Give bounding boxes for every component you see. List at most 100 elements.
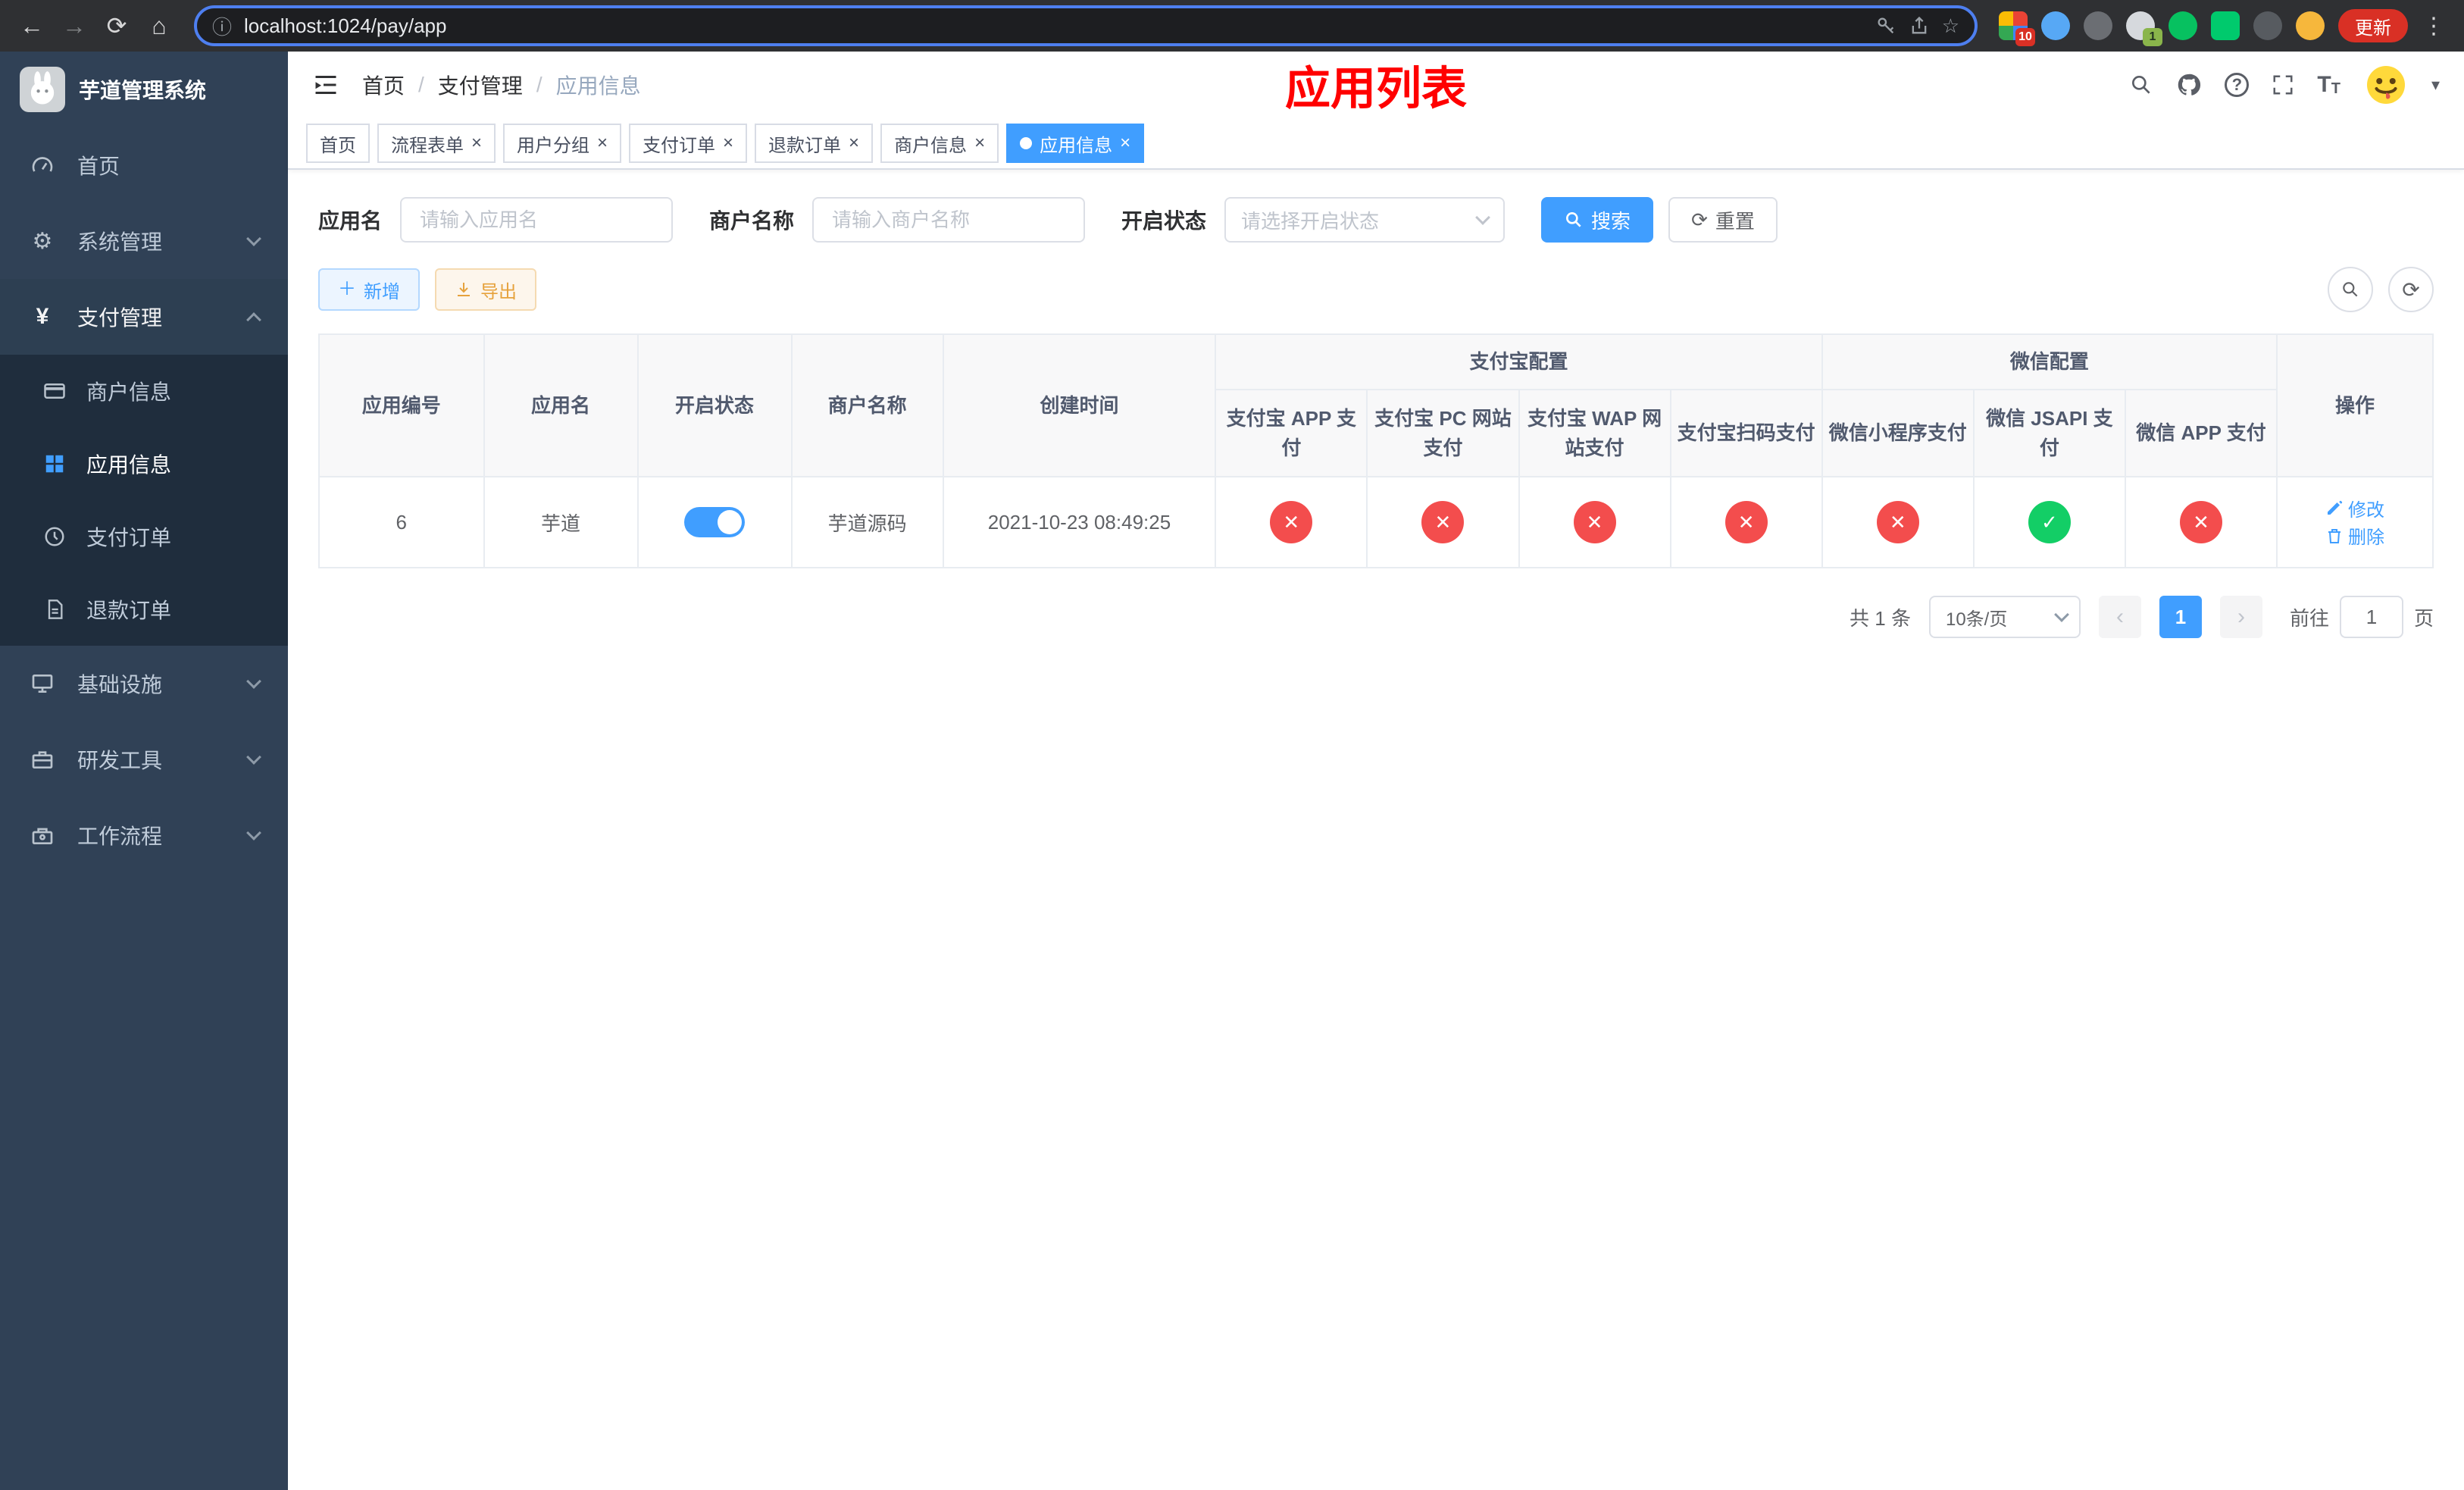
close-icon[interactable]: × [974,134,985,152]
sidebar-logo[interactable]: 芋道管理系统 [0,52,288,127]
user-avatar[interactable] [2363,62,2409,108]
merchant-name-label: 商户名称 [709,209,795,233]
status-select[interactable]: 请选择开启状态 [1224,197,1506,243]
status-toggle[interactable] [684,507,746,537]
page-size-select[interactable]: 10条/页 [1928,596,2081,638]
extension-icon-3[interactable] [2084,11,2112,40]
extension-icon-8[interactable] [2296,11,2325,40]
password-key-icon[interactable] [1875,15,1896,36]
extension-icon-2[interactable] [2041,11,2070,40]
chevron-down-icon [246,825,261,840]
table-toolbar: ＋ 新增 导出 ⟳ [318,267,2434,312]
app-name-input[interactable] [400,197,674,243]
credit-card-icon [42,380,67,402]
col-wx-jsapi: 微信 JSAPI 支付 [1972,389,2126,477]
extension-icon-1[interactable]: 10 [1999,11,2035,46]
search-button[interactable]: 搜索 [1541,197,1654,243]
help-icon[interactable]: ? [2225,73,2250,97]
close-icon[interactable]: × [849,134,859,152]
browser-forward-button[interactable]: → [55,6,94,45]
breadcrumb-home[interactable]: 首页 [362,70,405,100]
sidebar-item-infra[interactable]: 基础设施 [0,646,288,722]
gear-icon: ⚙ [32,228,53,254]
prev-page-button[interactable]: ‹ [2098,596,2141,638]
tab-user-group[interactable]: 用户分组 × [503,124,622,163]
sidebar-collapse-icon[interactable] [312,71,339,99]
merchant-name-input[interactable] [812,197,1086,243]
toolbox-icon [29,747,56,772]
chevron-down-icon [246,231,261,246]
edit-link[interactable]: 修改 [2325,495,2384,521]
browser-extensions-area: 10 1 更新 ⋮ [1993,9,2452,46]
extension-icon-5[interactable] [2169,11,2197,40]
next-page-button[interactable]: › [2219,596,2262,638]
browser-back-button[interactable]: ← [12,6,52,45]
tab-payment-order[interactable]: 支付订单 × [629,124,748,163]
sidebar-item-home[interactable]: 首页 [0,127,288,203]
refresh-icon: ⟳ [2402,277,2420,302]
sidebar-item-merchant-info[interactable]: 商户信息 [0,355,288,427]
top-navbar: 首页 / 支付管理 / 应用信息 应用列表 ? T T ▾ [288,52,2464,118]
tags-view-bar: 首页 流程表单 × 用户分组 × 支付订单 × 退款订单 × 商户信息 × 应用信息 × [288,118,2464,170]
app-title: 芋道管理系统 [79,79,207,102]
wx-jsapi-enabled-icon: ✓ [2028,501,2071,543]
extension-icon-4[interactable]: 1 [2126,11,2162,46]
grid-icon [42,452,67,475]
sidebar-item-payment-order[interactable]: 支付订单 [0,500,288,573]
export-button[interactable]: 导出 [435,268,536,311]
tab-app-info[interactable]: 应用信息 × [1006,124,1145,163]
add-button[interactable]: ＋ 新增 [318,268,420,311]
delete-link[interactable]: 删除 [2325,522,2384,549]
font-size-icon[interactable]: TT [2317,74,2340,97]
sidebar-item-refund-order[interactable]: 退款订单 [0,573,288,646]
goto-page-input[interactable] [2339,596,2403,638]
address-bar[interactable]: ⓘ localhost:1024/pay/app ☆ [194,5,1978,46]
alipay-qr-disabled-icon: ✕ [1724,501,1768,543]
app-table: 应用编号 应用名 开启状态 商户名称 创建时间 支付宝配置 微信配置 操作 支付… [318,333,2434,568]
site-info-icon[interactable]: ⓘ [212,12,232,40]
sidebar-item-payment[interactable]: ¥ 支付管理 [0,279,288,355]
chevron-down-icon [246,750,261,765]
reset-button[interactable]: ⟳ 重置 [1668,197,1778,243]
sidebar-item-label: 基础设施 [77,673,163,696]
close-icon[interactable]: × [723,134,733,152]
extension-icon-6[interactable] [2211,11,2240,40]
payment-submenu: 商户信息 应用信息 支付订单 退款订单 [0,355,288,646]
col-group-alipay: 支付宝配置 [1215,333,1823,390]
breadcrumb-payment[interactable]: 支付管理 [438,70,523,100]
browser-home-button[interactable]: ⌂ [139,6,179,45]
fullscreen-icon[interactable] [2272,74,2294,96]
table-row: 6 芋道 芋道源码 2021-10-23 08:49:25 ✕ ✕ ✕ ✕ ✕ … [318,476,2434,568]
tab-merchant-info[interactable]: 商户信息 × [880,124,999,163]
cell-merchant: 芋道源码 [790,476,944,568]
share-icon[interactable] [1909,15,1930,36]
page-1-button[interactable]: 1 [2159,596,2202,638]
sidebar-item-devtools[interactable]: 研发工具 [0,722,288,797]
toggle-search-button[interactable] [2328,267,2373,312]
col-merchant: 商户名称 [790,333,944,477]
total-count: 共 1 条 [1850,606,1911,630]
close-icon[interactable]: × [597,134,608,152]
github-icon[interactable] [2176,72,2202,98]
sidebar-item-system[interactable]: ⚙ 系统管理 [0,203,288,279]
tab-home[interactable]: 首页 [306,124,370,163]
goto-label: 前往 [2289,606,2329,630]
browser-reload-button[interactable]: ⟳ [97,6,136,45]
extension-badge: 10 [2015,28,2035,46]
browser-update-button[interactable]: 更新 [2338,9,2408,42]
browser-menu-icon[interactable]: ⋮ [2422,13,2446,39]
tab-refund-order[interactable]: 退款订单 × [755,124,874,163]
bookmark-star-icon[interactable]: ☆ [1942,14,1959,38]
extension-icon-7[interactable] [2253,11,2282,40]
close-icon[interactable]: × [1120,134,1130,152]
search-icon[interactable] [2129,73,2153,97]
sidebar-item-workflow[interactable]: 工作流程 [0,797,288,873]
url-text: localhost:1024/pay/app [244,14,447,37]
col-status: 开启状态 [636,333,793,477]
close-icon[interactable]: × [471,134,482,152]
sidebar-item-app-info[interactable]: 应用信息 [0,427,288,500]
user-menu-caret-icon[interactable]: ▾ [2431,75,2440,95]
tab-process-form[interactable]: 流程表单 × [377,124,496,163]
sidebar-item-label: 工作流程 [77,825,163,848]
refresh-table-button[interactable]: ⟳ [2388,267,2434,312]
